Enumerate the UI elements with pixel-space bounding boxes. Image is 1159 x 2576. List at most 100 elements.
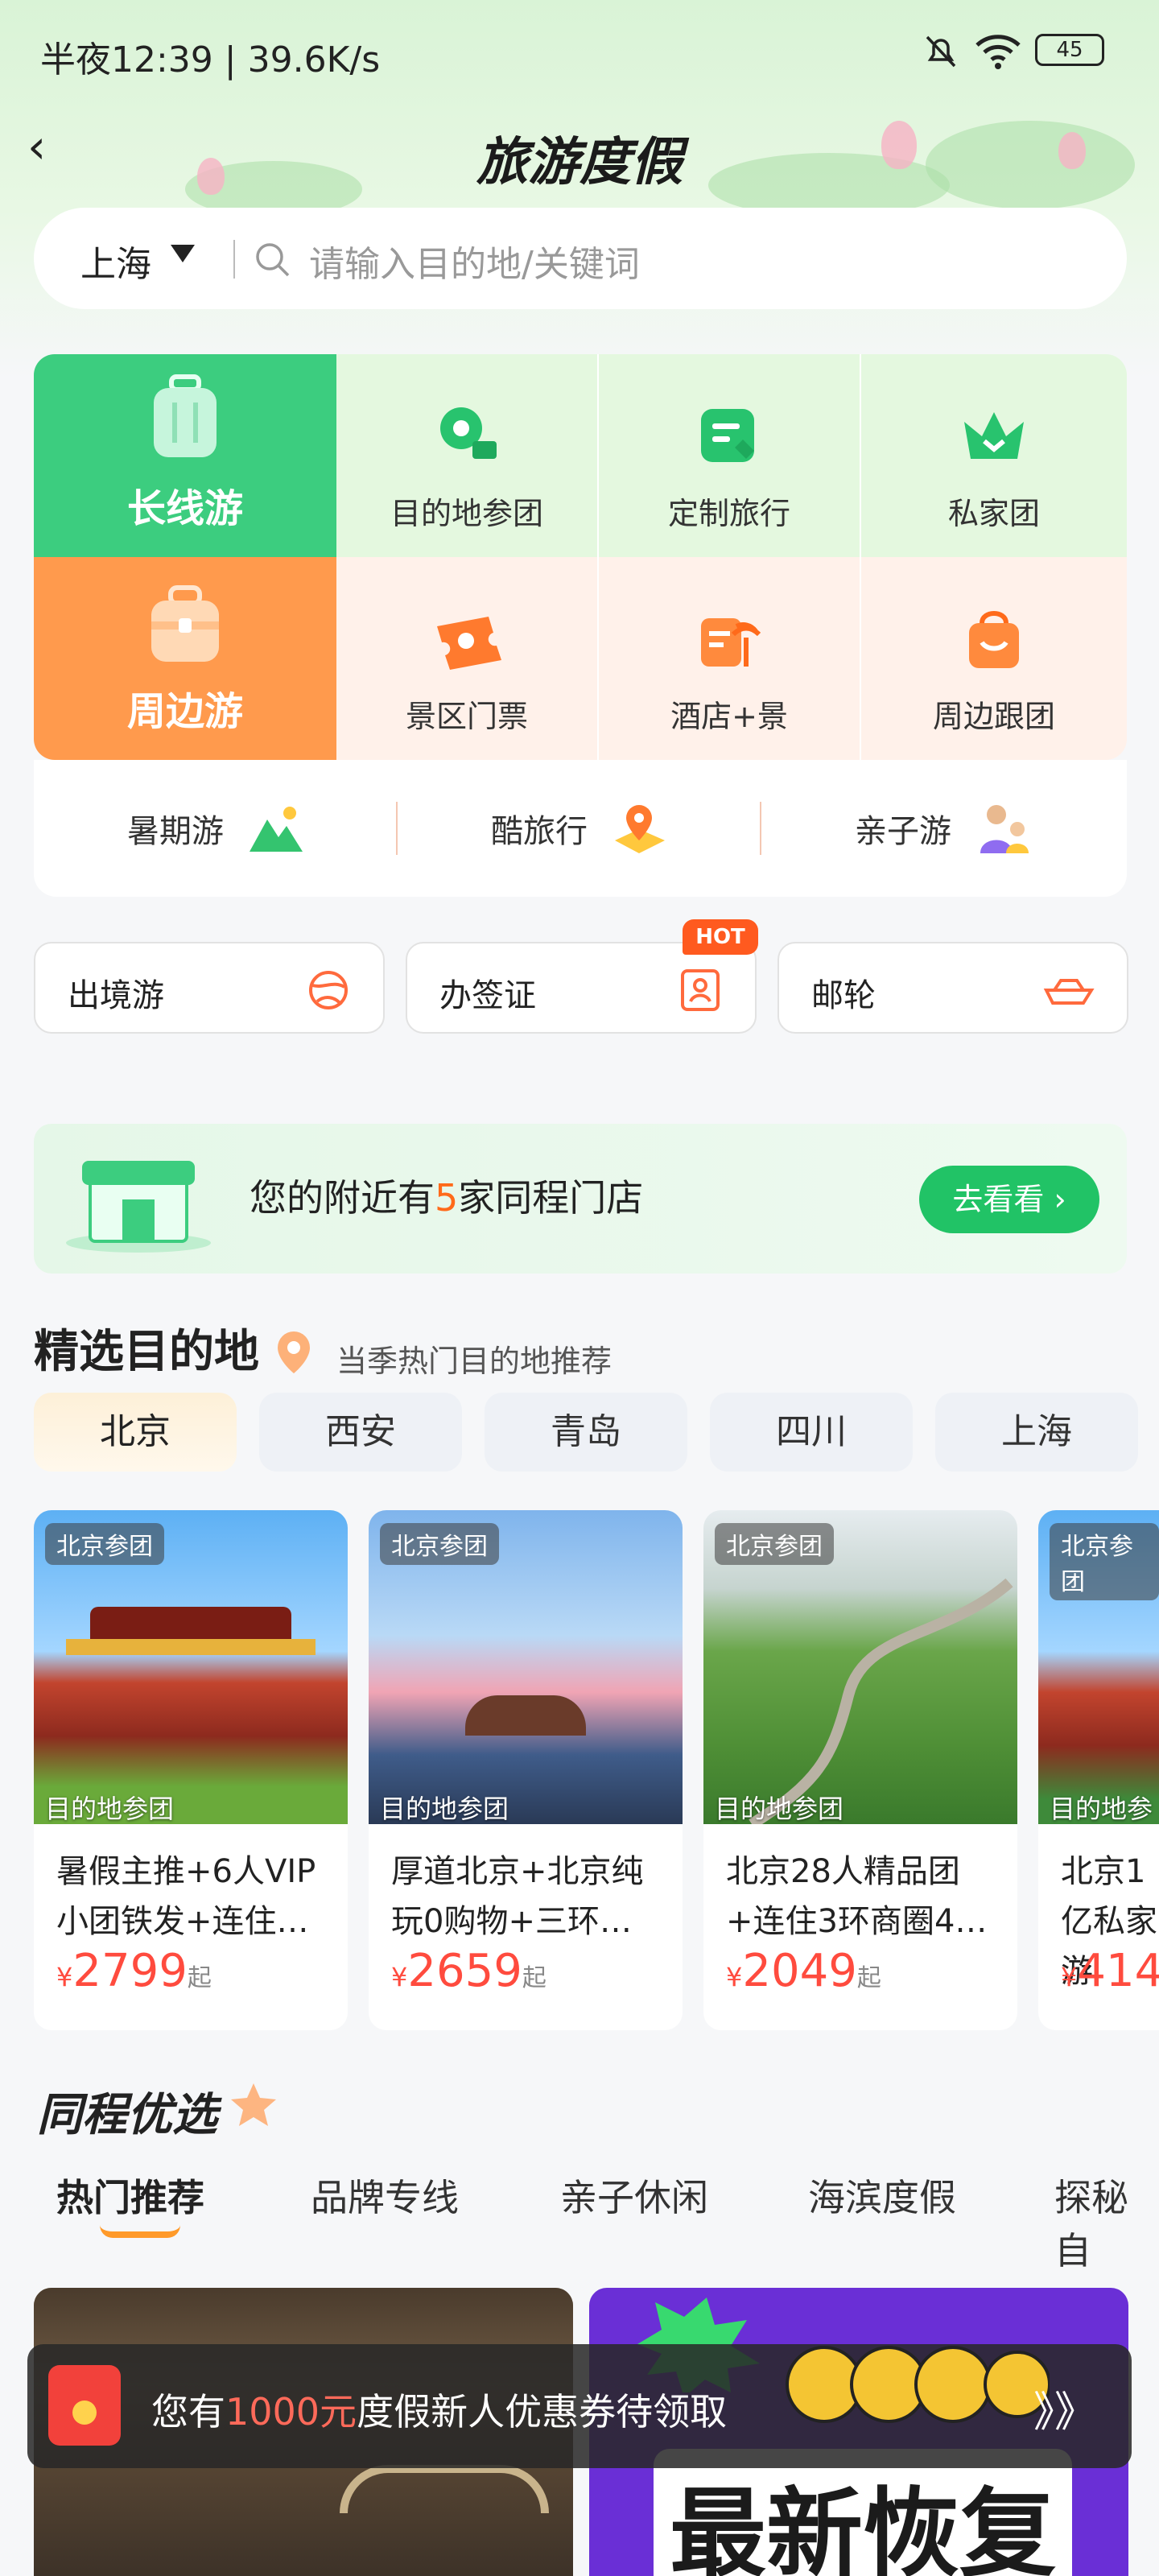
grid-item-local-group[interactable]: 周边跟团 — [861, 557, 1127, 760]
city-selector[interactable]: 上海 — [80, 235, 151, 287]
pin-decoration-icon — [278, 1331, 310, 1373]
wifi-icon — [975, 35, 1021, 69]
grid-item-label: 目的地参团 — [390, 496, 543, 531]
grid-item-label: 景区门票 — [405, 699, 528, 734]
caret-down-icon[interactable] — [171, 245, 195, 262]
backpack-icon — [146, 584, 224, 665]
coupon-message: 您有1000元度假新人优惠券待领取 — [151, 2390, 728, 2434]
pin-flag-icon — [428, 397, 505, 474]
tab-hot-recommend[interactable]: 热门推荐 — [56, 2169, 204, 2222]
service-label: 出境游 — [68, 977, 164, 1014]
card-label: 目的地参团 — [715, 1794, 844, 1824]
theme-cool[interactable]: 酷旅行 — [398, 760, 761, 897]
crown-icon — [955, 397, 1033, 474]
grid-item-hotel-scenic[interactable]: 酒店+景 — [599, 557, 861, 760]
grid-item-custom-trip[interactable]: 定制旅行 — [599, 354, 861, 557]
ship-icon — [1043, 979, 1095, 1005]
card-price: ¥2049起 — [726, 1945, 881, 1997]
destinations-subtitle: 当季热门目的地推荐 — [336, 1344, 612, 1379]
selection-title: 同程优选 — [37, 2089, 217, 2141]
card-label: 目的地参 — [1050, 1794, 1153, 1824]
double-chevron-icon: 》》 — [1033, 2388, 1096, 2437]
product-card[interactable]: 北京参团 目的地参团 北京28人精品团+连住3环商圈4… ¥2049起 — [703, 1510, 1017, 2030]
globe-icon — [309, 971, 348, 1009]
grid-item-label: 私家团 — [947, 496, 1040, 531]
card-title: 北京28人精品团+连住3环商圈4… — [726, 1853, 988, 1940]
grid-item-tickets[interactable]: 景区门票 — [336, 557, 599, 760]
outbound-travel-button[interactable]: 出境游 — [34, 942, 385, 1034]
theme-label: 亲子游 — [855, 813, 951, 850]
page-title: 旅游度假 — [476, 133, 683, 192]
card-tag: 北京参团 — [715, 1523, 834, 1565]
product-card[interactable]: 北京参团 目的地参 北京1亿私家游 ¥4149 — [1038, 1510, 1159, 2030]
grid-item-label: 酒店+景 — [670, 699, 788, 734]
edit-note-icon — [691, 397, 768, 474]
card-price: ¥2799起 — [56, 1945, 212, 1997]
card-tag: 北京参团 — [45, 1523, 164, 1565]
passport-icon — [681, 969, 720, 1011]
store-icon — [66, 1161, 211, 1253]
nearby-store-banner[interactable]: 您的附近有5家同程门店 去看看 › — [34, 1124, 1127, 1274]
card-price: ¥2659起 — [391, 1945, 547, 1997]
theme-summer[interactable]: 暑期游 — [34, 760, 398, 897]
tab-brand-lines[interactable]: 品牌专线 — [311, 2169, 459, 2222]
mute-bell-icon — [926, 35, 956, 68]
tab-family-leisure[interactable]: 亲子休闲 — [560, 2169, 708, 2222]
destinations-title: 精选目的地 — [34, 1326, 259, 1378]
bridge-decoration — [340, 2465, 549, 2513]
theme-family[interactable]: 亲子游 — [761, 760, 1125, 897]
long-trip-label: 长线游 — [126, 486, 243, 531]
star-decoration-icon — [231, 2083, 276, 2126]
bag-smile-icon — [955, 600, 1033, 677]
battery-icon: 45 — [1035, 34, 1104, 66]
card-tag: 北京参团 — [380, 1523, 499, 1565]
theme-label: 暑期游 — [127, 813, 224, 850]
tab-beach-resort[interactable]: 海滨度假 — [808, 2169, 956, 2222]
hotel-palm-icon — [691, 600, 768, 677]
parent-child-icon — [980, 805, 1029, 853]
category-grid: 长线游 目的地参团 定制旅行 私家团 周边游 景区门票 酒店+景 周边跟团 — [34, 354, 1127, 760]
grid-item-group-tour[interactable]: 目的地参团 — [336, 354, 599, 557]
view-stores-button[interactable]: 去看看 › — [919, 1166, 1099, 1233]
visa-button[interactable]: 办签证 — [406, 942, 757, 1034]
divider — [233, 240, 235, 279]
theme-label: 酷旅行 — [491, 813, 588, 850]
grid-item-label: 周边跟团 — [932, 699, 1055, 734]
coupon-toast[interactable]: 您有1000元度假新人优惠券待领取 》》 — [27, 2344, 1132, 2468]
card-label: 目的地参团 — [45, 1794, 175, 1824]
store-text: 您的附近有5家同程门店 — [250, 1176, 644, 1220]
luggage-icon — [149, 374, 221, 462]
tab-beijing[interactable]: 北京 — [34, 1393, 237, 1472]
search-bar[interactable]: 上海 请输入目的地/关键词 — [34, 208, 1127, 309]
top-nav: ‹ 旅游度假 — [0, 113, 1159, 193]
tab-shanghai[interactable]: 上海 — [935, 1393, 1138, 1472]
service-label: 办签证 — [439, 977, 536, 1014]
status-bar: 半夜12:39 | 39.6K/s 45 — [0, 0, 1159, 105]
theme-row: 暑期游 酷旅行 亲子游 — [34, 760, 1127, 897]
active-tab-indicator — [100, 2225, 180, 2238]
tab-sichuan[interactable]: 四川 — [710, 1393, 913, 1472]
grid-item-label: 定制旅行 — [667, 496, 790, 531]
service-label: 邮轮 — [811, 977, 876, 1014]
mountain-icon — [250, 807, 303, 852]
card-title: 暑假主推+6人VIP小团铁发+连住… — [56, 1853, 316, 1940]
product-card[interactable]: 北京参团 目的地参团 暑假主推+6人VIP小团铁发+连住… ¥2799起 — [34, 1510, 348, 2030]
product-card[interactable]: 北京参团 目的地参团 厚道北京+北京纯玩0购物+三环… ¥2659起 — [369, 1510, 683, 2030]
card-price: ¥4149 — [1061, 1945, 1159, 1997]
short-trip-tile[interactable]: 周边游 — [34, 557, 336, 760]
card-title: 厚道北京+北京纯玩0购物+三环… — [391, 1853, 644, 1940]
card-label: 目的地参团 — [380, 1794, 509, 1824]
hot-badge: HOT — [683, 919, 758, 955]
tab-explore[interactable]: 探秘自 — [1054, 2169, 1159, 2275]
location-pin-icon — [615, 805, 665, 853]
grid-item-private-tour[interactable]: 私家团 — [861, 354, 1127, 557]
short-trip-label: 周边游 — [126, 689, 243, 734]
cartoon-faces-icon — [786, 2346, 1050, 2423]
long-trip-tile[interactable]: 长线游 — [34, 354, 336, 557]
search-icon — [256, 243, 290, 277]
cruise-button[interactable]: 邮轮 — [777, 942, 1128, 1034]
tab-xian[interactable]: 西安 — [259, 1393, 462, 1472]
card-tag: 北京参团 — [1050, 1523, 1159, 1600]
search-input[interactable]: 请输入目的地/关键词 — [309, 235, 640, 287]
tab-qingdao[interactable]: 青岛 — [485, 1393, 687, 1472]
